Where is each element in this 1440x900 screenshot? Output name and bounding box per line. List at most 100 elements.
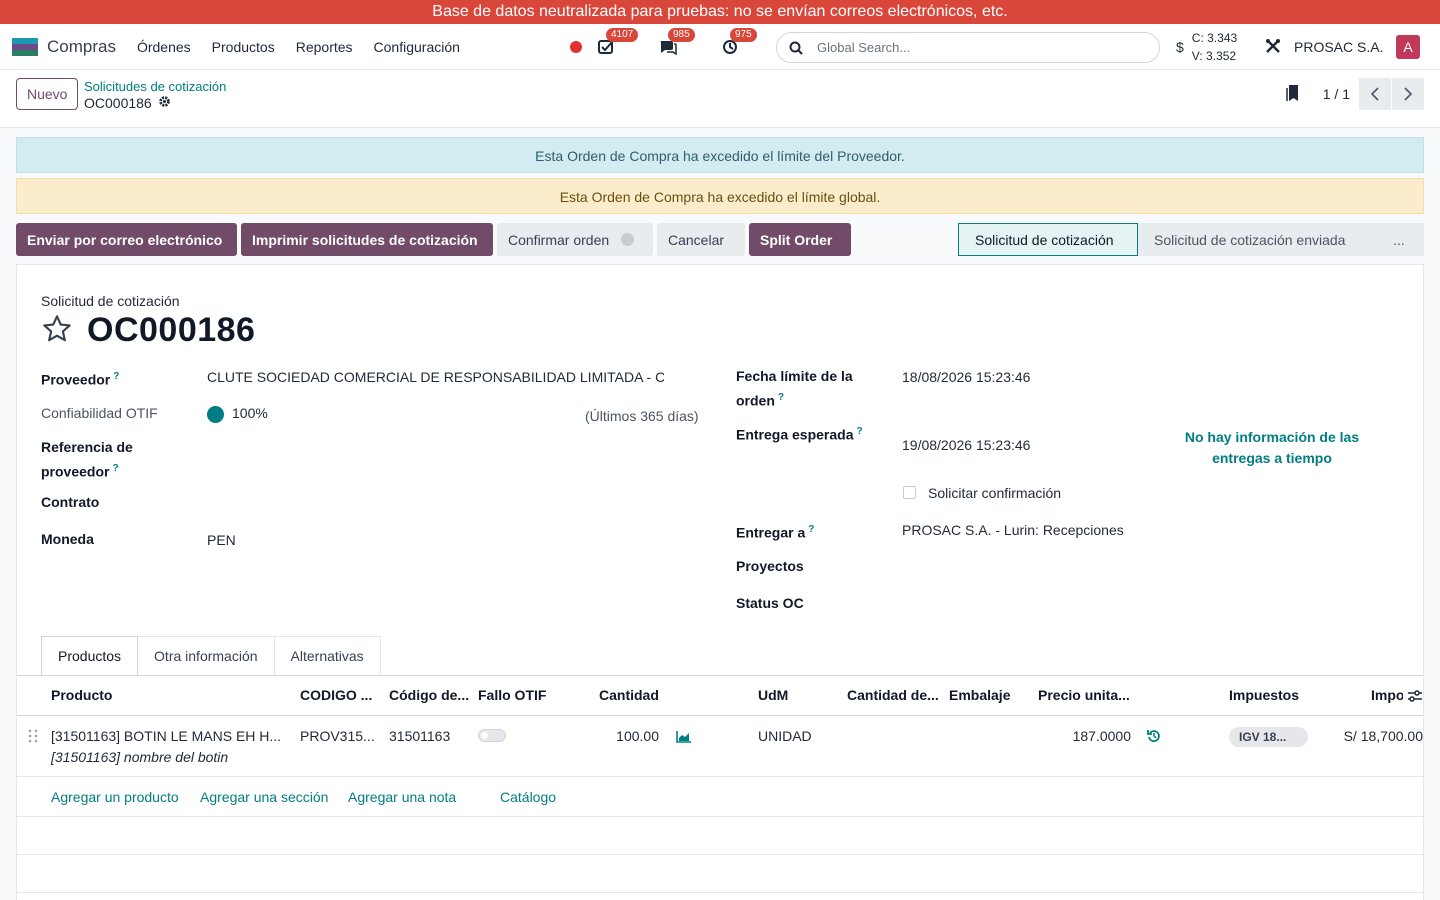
pager-previous-button[interactable] [1359, 78, 1391, 110]
add-product-link[interactable]: Agregar un producto [51, 789, 179, 805]
split-order-button[interactable]: Split Order [749, 223, 851, 256]
proveedor-field[interactable]: CLUTE SOCIEDAD COMERCIAL DE RESPONSABILI… [207, 367, 664, 388]
company-switcher[interactable]: PROSAC S.A. [1294, 39, 1383, 55]
col-importe[interactable]: Impo [1371, 687, 1403, 703]
cell-codigo-de[interactable]: 31501163 [389, 728, 471, 744]
cancel-button[interactable]: Cancelar [657, 223, 745, 256]
ref-proveedor-label-line2: proveedor [41, 463, 110, 480]
cell-cantidad[interactable]: 100.00 [589, 728, 659, 744]
tooltip-icon[interactable]: ? [857, 426, 863, 437]
breadcrumb-current: OC000186 [84, 95, 171, 111]
timer-badge: 975 [730, 28, 757, 42]
col-impuestos[interactable]: Impuestos [1229, 687, 1309, 703]
app-logo-icon[interactable] [12, 37, 38, 56]
on-time-info: No hay información de las entregas a tie… [1184, 429, 1360, 466]
status-oc-input[interactable] [902, 593, 1372, 614]
entregar-a-label: Entregar a? [736, 519, 814, 544]
moneda-field[interactable]: PEN [207, 530, 236, 551]
otif-percent: 100% [232, 405, 268, 421]
add-section-link[interactable]: Agregar una sección [200, 789, 328, 805]
drag-handle-icon[interactable] [28, 729, 38, 746]
col-codigo[interactable]: CODIGO ... [300, 687, 380, 703]
otif-dot-icon [207, 405, 224, 423]
stage-rfq-sent[interactable]: Solicitud de cotización enviada [1138, 223, 1374, 256]
systray: 4107 985 975 [570, 24, 782, 70]
timer-icon[interactable]: 975 [720, 28, 757, 57]
price-history-icon[interactable] [1147, 729, 1161, 746]
stage-more[interactable]: ... [1374, 223, 1424, 256]
col-precio-unitario[interactable]: Precio unita... [1038, 687, 1134, 703]
recording-dot-icon[interactable] [570, 41, 582, 53]
pager-next-button[interactable] [1392, 78, 1424, 110]
col-udm[interactable]: UdM [758, 687, 798, 703]
col-embalaje[interactable]: Embalaje [949, 687, 1029, 703]
proyectos-input[interactable] [902, 556, 1372, 577]
stage-rfq[interactable]: Solicitud de cotización [958, 223, 1138, 256]
alert-global-limit: Esta Orden de Compra ha excedido el lími… [16, 178, 1424, 214]
ref-proveedor-input[interactable] [207, 437, 664, 458]
send-email-button[interactable]: Enviar por correo electrónico [16, 223, 237, 256]
menu-reportes[interactable]: Reportes [296, 39, 353, 55]
col-cantidad[interactable]: Cantidad [599, 687, 669, 703]
alert-vendor-limit: Esta Orden de Compra ha excedido el lími… [16, 137, 1424, 173]
fecha-limite-label: Fecha límite de la orden? [736, 366, 853, 412]
status-oc-label: Status OC [736, 595, 804, 611]
print-rfq-button[interactable]: Imprimir solicitudes de cotización [241, 223, 493, 256]
user-avatar[interactable]: A [1396, 35, 1420, 59]
entrega-esperada-field[interactable]: 19/08/2026 15:23:46 [902, 435, 1030, 456]
breadcrumb-parent[interactable]: Solicitudes de cotización [84, 79, 226, 94]
tooltip-icon[interactable]: ? [113, 371, 119, 382]
forecast-chart-icon[interactable] [676, 730, 692, 746]
messages-icon[interactable]: 985 [658, 28, 695, 57]
add-note-link[interactable]: Agregar una nota [348, 789, 456, 805]
cell-codigo[interactable]: PROV315... [300, 728, 380, 744]
tooltip-icon[interactable]: ? [112, 463, 118, 474]
tooltip-icon[interactable]: ? [808, 524, 814, 535]
tab-alternativas[interactable]: Alternativas [273, 636, 381, 675]
proveedor-label-text: Proveedor [41, 371, 111, 388]
contrato-label: Contrato [41, 494, 100, 510]
column-settings-icon[interactable] [1407, 688, 1423, 707]
cell-description[interactable]: [31501163] nombre del botin [51, 749, 228, 765]
cell-importe: S/ 18,700.00 [1343, 728, 1423, 744]
col-codigo-de[interactable]: Código de... [389, 687, 471, 703]
control-panel: Nuevo Solicitudes de cotización OC000186… [0, 70, 1440, 128]
confirm-order-button[interactable]: Confirmar orden [497, 223, 653, 256]
table-row[interactable]: [31501163] BOTIN LE MANS EH H... PROV315… [17, 716, 1423, 777]
activities-icon[interactable]: 4107 [596, 28, 639, 57]
gear-icon[interactable] [158, 95, 171, 111]
chevron-left-icon [1370, 87, 1379, 101]
col-fallo-otif[interactable]: Fallo OTIF [478, 687, 558, 703]
star-icon[interactable] [41, 313, 73, 348]
cell-udm[interactable]: UNIDAD [758, 728, 838, 744]
solicitar-confirmacion-checkbox[interactable] [903, 486, 916, 499]
menu-configuracion[interactable]: Configuración [374, 39, 460, 55]
add-line-row: Agregar un producto Agregar una sección … [17, 777, 1423, 817]
global-search[interactable] [776, 32, 1160, 63]
bookmark-icon[interactable] [1285, 84, 1301, 105]
fecha-limite-field[interactable]: 18/08/2026 15:23:46 [902, 367, 1030, 388]
col-cantidad-de[interactable]: Cantidad de... [847, 687, 941, 703]
pager-value[interactable]: 1 / 1 [1323, 86, 1350, 102]
entregar-a-field[interactable]: PROSAC S.A. - Lurin: Recepciones [902, 520, 1124, 541]
menu-productos[interactable]: Productos [212, 39, 275, 55]
new-button[interactable]: Nuevo [16, 78, 79, 110]
catalog-link[interactable]: Catálogo [500, 789, 556, 805]
menu-ordenes[interactable]: Órdenes [137, 39, 191, 55]
cell-producto[interactable]: [31501163] BOTIN LE MANS EH H... [51, 728, 291, 744]
tab-productos[interactable]: Productos [41, 636, 139, 675]
app-name[interactable]: Compras [47, 37, 116, 57]
proveedor-label: Proveedor? [41, 366, 119, 391]
fallo-otif-toggle[interactable] [478, 729, 506, 742]
messages-badge: 985 [668, 28, 695, 42]
tax-tag[interactable]: IGV 18... [1229, 727, 1308, 747]
contrato-input[interactable] [207, 492, 664, 513]
exchange-rates[interactable]: $ C: 3.343 V: 3.352 [1176, 29, 1237, 65]
tooltip-icon[interactable]: ? [778, 392, 784, 403]
global-search-input[interactable] [817, 40, 1117, 55]
tab-otra-informacion[interactable]: Otra información [137, 636, 275, 675]
entregar-a-label-text: Entregar a [736, 524, 806, 541]
cell-precio-unitario[interactable]: 187.0000 [1038, 728, 1131, 744]
col-producto[interactable]: Producto [51, 687, 281, 703]
tools-icon[interactable] [1264, 37, 1282, 58]
